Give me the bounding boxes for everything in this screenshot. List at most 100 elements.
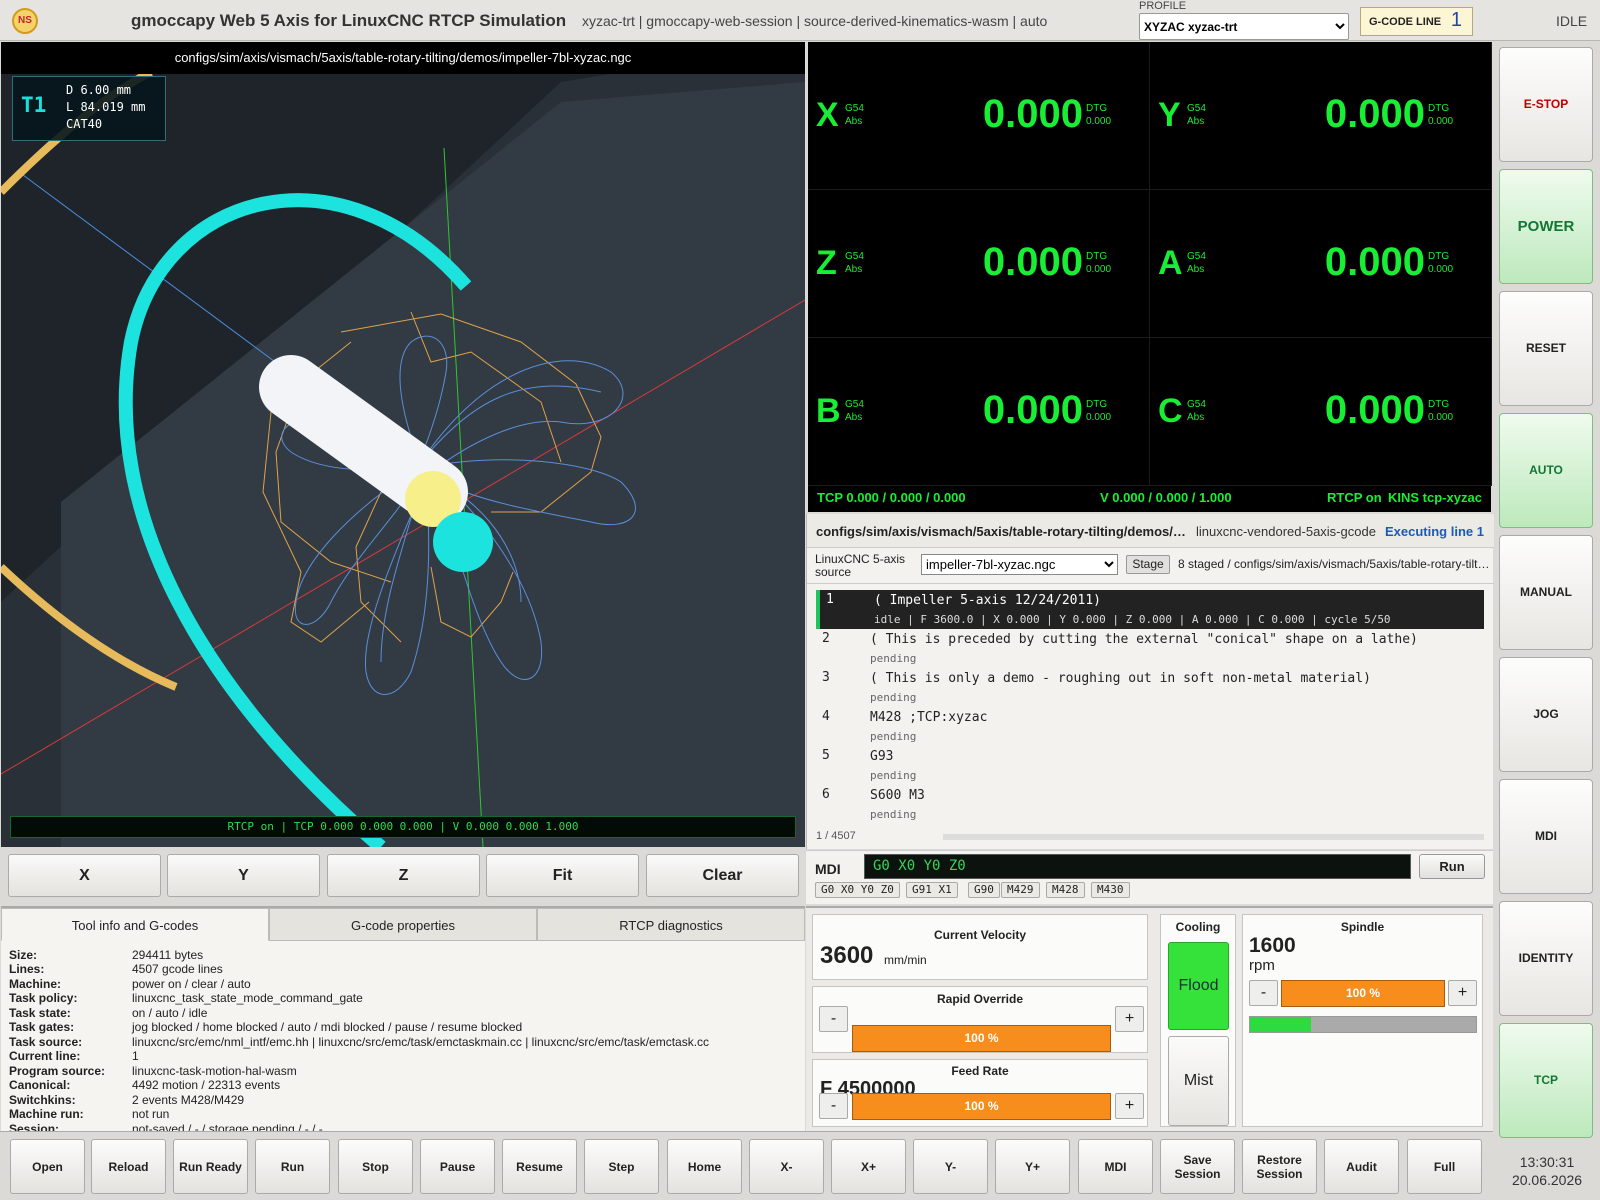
- home-button[interactable]: Home: [667, 1139, 742, 1194]
- velocity-panel: Current Velocity 3600 mm/min: [812, 914, 1148, 980]
- axis-name: X: [816, 96, 839, 134]
- full-button[interactable]: Full: [1407, 1139, 1482, 1194]
- view-buttons: X Y Z Fit Clear: [1, 848, 805, 904]
- tool-diameter: D 6.00 mm: [66, 83, 132, 97]
- rapid-override-label: Rapid Override: [936, 992, 1024, 1006]
- axis-value: 0.000: [982, 92, 1083, 136]
- spindle-override-track[interactable]: 100 %: [1281, 980, 1445, 1007]
- velocity-label: Current Velocity: [933, 928, 1027, 942]
- auto-mode-button[interactable]: AUTO: [1499, 413, 1593, 528]
- feed-plus-button[interactable]: +: [1115, 1093, 1144, 1119]
- mdi-history-chip[interactable]: M429: [1001, 882, 1040, 898]
- info-row: Machine run: not run: [9, 1107, 170, 1121]
- save-session-button[interactable]: Save Session: [1160, 1139, 1235, 1194]
- resume-button[interactable]: Resume: [502, 1139, 577, 1194]
- jog-y-plus-button[interactable]: Y+: [995, 1139, 1070, 1194]
- view-z-button[interactable]: Z: [327, 854, 480, 897]
- run-ready-button[interactable]: Run Ready: [173, 1139, 248, 1194]
- view-y-button[interactable]: Y: [167, 854, 320, 897]
- identity-button[interactable]: IDENTITY: [1499, 901, 1593, 1016]
- axis-dtg: DTG 0.000: [1428, 103, 1454, 127]
- dro-panel: X G54 Abs 0.000 DTG 0.000 Y G54 Abs 0.000 D…: [808, 42, 1492, 512]
- mdi-history-chip[interactable]: G91 X1: [906, 882, 958, 898]
- rtcp-state: RTCP on: [1327, 490, 1382, 505]
- estop-button[interactable]: E-STOP: [1499, 47, 1593, 162]
- mdi-run-button[interactable]: Run: [1419, 854, 1485, 879]
- rapid-minus-button[interactable]: -: [819, 1006, 848, 1032]
- mdi-history-chip[interactable]: M430: [1091, 882, 1130, 898]
- gcode-line[interactable]: 4 M428 ;TCP:xyzac pending: [816, 707, 1484, 746]
- gcode-scrollbar[interactable]: [943, 834, 1484, 840]
- tab-rtcp-diagnostics[interactable]: RTCP diagnostics: [537, 908, 805, 941]
- gcode-line[interactable]: 2 ( This is preceded by cutting the exte…: [816, 629, 1484, 668]
- line-number: 2: [822, 631, 830, 646]
- restore-session-button[interactable]: Restore Session: [1242, 1139, 1317, 1194]
- line-number: 3: [822, 670, 830, 685]
- tab-gcode-properties[interactable]: G-code properties: [269, 908, 537, 941]
- dro-footer: TCP 0.000 / 0.000 / 0.000 V 0.000 / 0.00…: [808, 486, 1491, 510]
- info-table: Size: 294411 bytes Lines: 4507 gcode lines…: [1, 942, 805, 1133]
- stage-button[interactable]: Stage: [1126, 555, 1170, 574]
- gcode-line-label: G-CODE LINE: [1369, 16, 1442, 28]
- feed-minus-button[interactable]: -: [819, 1093, 848, 1119]
- gcode-line[interactable]: 3 ( This is only a demo - roughing out i…: [816, 668, 1484, 707]
- axis-dtg: DTG 0.000: [1086, 103, 1112, 127]
- gcode-line[interactable]: 5 G93 pending: [816, 746, 1484, 785]
- open-button[interactable]: Open: [10, 1139, 85, 1194]
- spindle-plus-button[interactable]: +: [1448, 980, 1477, 1006]
- manual-mode-button[interactable]: MANUAL: [1499, 535, 1593, 650]
- mdi-history-chip[interactable]: G0 X0 Y0 Z0: [815, 882, 900, 898]
- mdi-history-chip[interactable]: M428: [1046, 882, 1085, 898]
- jog-y-minus-button[interactable]: Y-: [913, 1139, 988, 1194]
- cooling-label: Cooling: [1175, 920, 1221, 934]
- reload-button[interactable]: Reload: [91, 1139, 166, 1194]
- feed-override-bar: 100 %: [852, 1093, 1111, 1120]
- mdi-row: MDI G0 X0 Y0 Z0 Run G0 X0 Y0 Z0 G91 X1 G…: [806, 850, 1493, 904]
- tab-tool-info[interactable]: Tool info and G-codes: [1, 908, 269, 941]
- flood-button[interactable]: Flood: [1168, 942, 1229, 1030]
- gcode-line[interactable]: 6 S600 M3 pending: [816, 785, 1484, 824]
- stop-button[interactable]: Stop: [338, 1139, 413, 1194]
- tcp-button[interactable]: TCP: [1499, 1023, 1593, 1138]
- feed-rate-label: Feed Rate: [951, 1064, 1009, 1078]
- line-number: 4: [822, 709, 830, 724]
- mdi-button[interactable]: MDI: [1078, 1139, 1153, 1194]
- feed-override-track[interactable]: 100 %: [852, 1093, 1111, 1120]
- view-x-button[interactable]: X: [8, 854, 161, 897]
- tool-info-overlay: T1 D 6.00 mm L 84.019 mm CAT40: [12, 76, 166, 141]
- axis-value: 0.000: [1324, 388, 1425, 432]
- line-status: pending: [870, 730, 917, 743]
- axis-value: 0.000: [1324, 92, 1425, 136]
- source-select[interactable]: impeller-7bl-xyzac.ngc: [921, 554, 1118, 575]
- run-button[interactable]: Run: [255, 1139, 330, 1194]
- mdi-history-chip[interactable]: G90: [968, 882, 1000, 898]
- fit-button[interactable]: Fit: [486, 854, 639, 897]
- audit-button[interactable]: Audit: [1324, 1139, 1399, 1194]
- tool-length: L 84.019 mm: [66, 100, 146, 114]
- step-button[interactable]: Step: [584, 1139, 659, 1194]
- jog-x-plus-button[interactable]: X+: [831, 1139, 906, 1194]
- pause-button[interactable]: Pause: [420, 1139, 495, 1194]
- mdi-input[interactable]: G0 X0 Y0 Z0: [864, 854, 1411, 879]
- spindle-load-fill: [1250, 1017, 1312, 1032]
- gcode-line-value: 1: [1450, 9, 1462, 31]
- rapid-plus-button[interactable]: +: [1115, 1006, 1144, 1032]
- toolpath-viewport[interactable]: configs/sim/axis/vismach/5axis/table-rot…: [1, 42, 805, 847]
- gcode-source: linuxcnc-vendored-5axis-gcode: [1196, 524, 1376, 539]
- mdi-mode-button[interactable]: MDI: [1499, 779, 1593, 894]
- line-code: G93: [870, 749, 894, 764]
- rapid-override-track[interactable]: 100 %: [852, 1006, 1111, 1052]
- profile-select[interactable]: XYZAC xyzac-trt: [1139, 13, 1349, 40]
- mist-button[interactable]: Mist: [1168, 1036, 1229, 1126]
- spindle-minus-button[interactable]: -: [1249, 980, 1278, 1006]
- machine-status: IDLE: [1556, 13, 1588, 29]
- axis-coord-mode: G54 Abs: [1187, 399, 1206, 423]
- gcode-line-active[interactable]: 1 ( Impeller 5-axis 12/24/2011) idle | F…: [816, 590, 1484, 629]
- clear-button[interactable]: Clear: [646, 854, 799, 897]
- jog-mode-button[interactable]: JOG: [1499, 657, 1593, 772]
- source-label: LinuxCNC 5-axis source: [815, 552, 906, 579]
- reset-button[interactable]: RESET: [1499, 291, 1593, 406]
- spindle-speed: 1600: [1249, 934, 1296, 957]
- jog-x-minus-button[interactable]: X-: [749, 1139, 824, 1194]
- power-button[interactable]: POWER: [1499, 169, 1593, 284]
